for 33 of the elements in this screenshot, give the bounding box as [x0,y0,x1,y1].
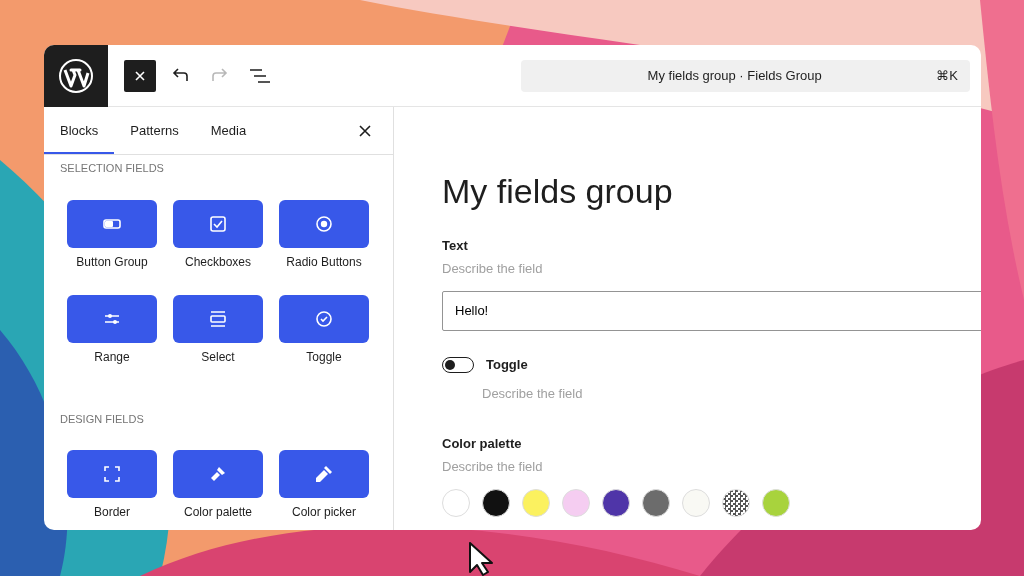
wordpress-logo[interactable] [58,57,94,94]
close-icon [358,123,372,138]
field-label: Text [442,236,469,255]
color-swatch[interactable] [722,488,750,517]
color-swatch[interactable] [522,488,550,517]
color-swatch[interactable] [642,488,670,517]
tab[interactable]: Media [194,107,263,154]
document-title: My fields group · Fields Group [646,66,823,85]
frame-corners-icon [101,463,123,485]
tab[interactable]: Patterns [114,107,195,154]
close-icon [133,68,147,83]
field-label: Toggle [486,355,528,374]
section-heading: SELECTION FIELDS [60,161,165,176]
eyedropper-icon [313,463,335,485]
page-title: My fields group [442,171,674,212]
color-swatch[interactable] [562,488,590,517]
section-heading: DESIGN FIELDS [60,411,145,427]
shortcut-hint: ⌘K [936,66,958,85]
command-bar[interactable]: My fields group · Fields Group ⌘K [521,59,970,92]
color-swatch[interactable] [762,488,790,517]
color-swatch[interactable] [482,488,510,517]
text-input[interactable]: Hello! [442,290,981,331]
tab[interactable]: Blocks [44,107,115,154]
help-text: Describe the field [482,385,584,404]
field-label: Color palette [442,434,523,453]
color-swatch[interactable] [602,488,630,517]
color-swatch[interactable] [442,488,470,517]
color-swatch[interactable] [682,488,710,517]
help-text: Describe the field [442,260,544,279]
help-text: Describe the field [442,458,544,477]
close-button[interactable] [124,59,156,92]
toggle-switch[interactable] [442,356,474,373]
list-view-icon [249,67,271,84]
